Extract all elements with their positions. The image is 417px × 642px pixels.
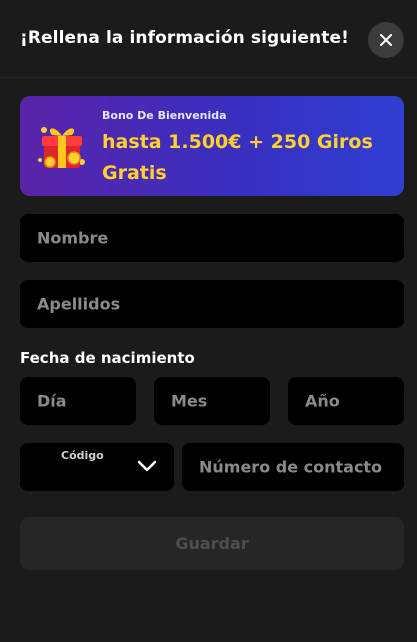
last-name-placeholder: Apellidos: [37, 294, 121, 314]
country-code-select[interactable]: Código: [20, 443, 174, 491]
last-name-field[interactable]: Apellidos: [20, 280, 404, 328]
phone-number-placeholder: Número de contacto: [199, 457, 383, 477]
dob-label: Fecha de nacimiento: [20, 349, 195, 367]
welcome-bonus-banner: Bono De Bienvenida hasta 1.500€ + 250 Gi…: [20, 96, 404, 196]
dob-month-placeholder: Mes: [171, 391, 208, 411]
modal-title: ¡Rellena la información siguiente!: [20, 28, 349, 48]
registration-modal: ¡Rellena la información siguiente! Bono …: [0, 0, 417, 642]
first-name-placeholder: Nombre: [37, 228, 109, 248]
banner-headline: hasta 1.500€ + 250 Giros Gratis: [102, 131, 373, 184]
dob-day-placeholder: Día: [37, 391, 67, 411]
save-button-label: Guardar: [175, 534, 249, 553]
gift-icon: [38, 127, 85, 168]
phone-number-field[interactable]: Número de contacto: [182, 443, 404, 491]
chevron-down-icon: [137, 460, 157, 472]
modal-header: ¡Rellena la información siguiente!: [0, 0, 417, 78]
banner-subtitle: Bono De Bienvenida: [102, 109, 227, 122]
save-button[interactable]: Guardar: [20, 517, 404, 570]
dob-day-field[interactable]: Día: [20, 377, 136, 425]
first-name-field[interactable]: Nombre: [20, 214, 404, 262]
dob-month-field[interactable]: Mes: [154, 377, 270, 425]
dob-year-placeholder: Año: [305, 391, 340, 411]
close-icon: [380, 34, 392, 46]
dob-year-field[interactable]: Año: [288, 377, 404, 425]
country-code-label: Código: [61, 449, 104, 462]
close-button[interactable]: [368, 22, 404, 58]
